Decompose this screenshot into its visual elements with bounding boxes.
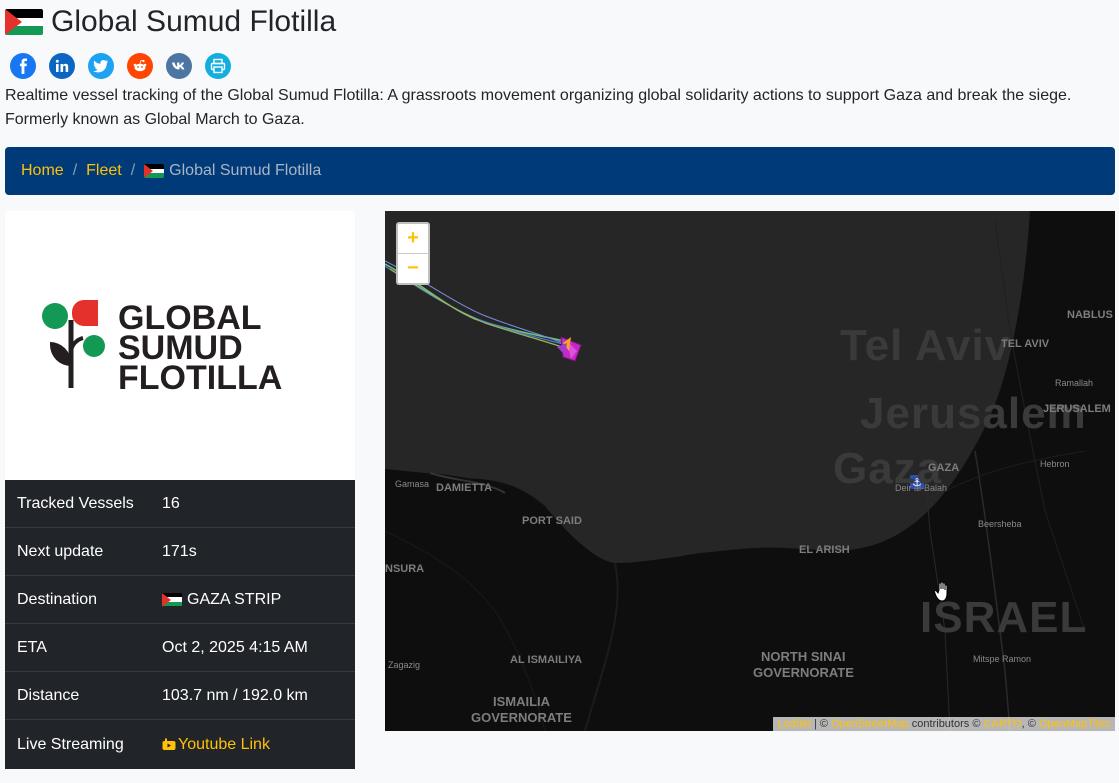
info-label: Next update — [17, 542, 104, 560]
info-value: 171s — [162, 542, 197, 560]
twitter-share-button[interactable] — [88, 53, 114, 79]
fleet-logo: GLOBAL SUMUD FLOTILLA — [5, 211, 355, 480]
map-label-gaza: GAZA — [928, 462, 960, 474]
info-row-next-update: Next update 171s — [5, 528, 355, 576]
map-label-port-said: PORT SAID — [522, 515, 582, 527]
info-value: Oct 2, 2025 4:15 AM — [162, 638, 308, 656]
map-label-governorate: GOVERNORATE — [753, 665, 854, 680]
leaflet-link[interactable]: Leaflet — [778, 718, 811, 730]
map-label-zagazig: Zagazig — [388, 660, 421, 670]
info-label: ETA — [17, 638, 47, 656]
map-label-mansura: NSURA — [385, 563, 425, 575]
info-row-destination: Destination GAZA STRIP — [5, 576, 355, 624]
global-sumud-flotilla-logo: GLOBAL SUMUD FLOTILLA — [42, 299, 282, 396]
print-icon — [210, 58, 226, 74]
breadcrumb-home[interactable]: Home — [21, 162, 64, 180]
page-description: Realtime vessel tracking of the Global S… — [5, 87, 1072, 128]
map-label-tel-aviv: TEL AVIV — [1001, 338, 1050, 350]
breadcrumb: Home / Fleet / Global Sumud Flotilla — [5, 147, 1115, 195]
info-value: Youtube Link — [162, 736, 355, 754]
share-buttons — [10, 53, 231, 79]
map-label-al-ismailiya: AL ISMAILIYA — [510, 654, 583, 666]
map-label-el-arish: EL ARISH — [799, 544, 850, 556]
vk-icon — [172, 62, 185, 70]
map-label-ismailia: ISMAILIA — [493, 694, 551, 709]
openmaptiles-link[interactable]: OpenMapTiles — [1039, 718, 1110, 730]
map-label-deir-al-balah: Deir al-Balah — [895, 483, 948, 493]
map-label-governorate: GOVERNORATE — [471, 710, 572, 725]
reddit-icon — [133, 59, 147, 72]
breadcrumb-current: Global Sumud Flotilla — [144, 162, 321, 180]
facebook-share-button[interactable] — [10, 53, 36, 79]
map-label-beersheba: Beersheba — [978, 519, 1022, 529]
info-value: GAZA STRIP — [162, 591, 355, 609]
breadcrumb-fleet[interactable]: Fleet — [86, 162, 122, 180]
map-tiles: ⚓ — [385, 211, 1115, 731]
info-value: 16 — [162, 494, 180, 512]
youtube-link-text: Youtube Link — [178, 735, 270, 753]
info-row-live-streaming: Live Streaming Youtube Link — [5, 720, 355, 769]
info-label: Live Streaming — [17, 735, 124, 753]
destination-text: GAZA STRIP — [187, 590, 282, 608]
map-label-nablus: NABLUS — [1067, 309, 1113, 321]
zoom-controls: + − — [396, 222, 430, 285]
map-label-jerusalem: JERUSALEM — [1043, 403, 1111, 415]
info-row-tracked-vessels: Tracked Vessels 16 — [5, 480, 355, 528]
palestine-flag-icon — [144, 164, 165, 178]
page-title-text: Global Sumud Flotilla — [51, 5, 337, 38]
youtube-link[interactable]: Youtube Link — [162, 736, 270, 754]
twitter-icon — [93, 60, 108, 73]
zoom-in-button[interactable]: + — [398, 224, 428, 254]
attribution-separator: | © — [810, 718, 832, 730]
vk-share-button[interactable] — [166, 53, 192, 79]
breadcrumb-current-label: Global Sumud Flotilla — [169, 162, 322, 179]
palestine-flag-icon — [5, 9, 43, 35]
attribution-separator: , © — [1021, 718, 1039, 730]
palestine-flag-icon — [162, 592, 182, 607]
info-label: Tracked Vessels — [17, 494, 134, 512]
map-label-hebron: Hebron — [1040, 459, 1070, 469]
print-button[interactable] — [205, 53, 231, 79]
reddit-share-button[interactable] — [127, 53, 153, 79]
map-label-damietta: DAMIETTA — [436, 482, 493, 494]
breadcrumb-separator: / — [72, 162, 78, 179]
map-attribution: Leaflet | © OpenStreetMap contributors ©… — [772, 717, 1115, 731]
linkedin-share-button[interactable] — [49, 53, 75, 79]
zoom-out-button[interactable]: − — [398, 254, 428, 283]
openstreetmap-link[interactable]: OpenStreetMap — [831, 718, 909, 730]
map-label-bg-tel-aviv: Tel Aviv — [840, 321, 1011, 370]
logo-line-3: FLOTILLA — [118, 359, 282, 396]
map-label-ramallah: Ramallah — [1055, 378, 1094, 388]
map-label-north-sinai: NORTH SINAI — [761, 649, 846, 664]
facebook-icon — [20, 58, 27, 74]
youtube-icon — [162, 738, 176, 750]
attribution-contributors: contributors © — [908, 718, 984, 730]
breadcrumb-separator: / — [130, 162, 136, 179]
linkedin-icon — [55, 59, 69, 72]
info-row-distance: Distance 103.7 nm / 192.0 km — [5, 672, 355, 720]
info-value: 103.7 nm / 192.0 km — [162, 686, 308, 704]
hand-cursor-icon — [933, 581, 948, 602]
page-title: Global Sumud Flotilla — [5, 4, 336, 40]
info-row-eta: ETA Oct 2, 2025 4:15 AM — [5, 624, 355, 672]
info-label: Destination — [17, 590, 98, 608]
map-label-mitspe-ramon: Mitspe Ramon — [973, 654, 1032, 664]
info-label: Distance — [17, 686, 80, 704]
fleet-info-table: Tracked Vessels 16 Next update 171s Dest… — [5, 480, 355, 769]
map-label-gamasa: Gamasa — [395, 479, 430, 489]
carto-link[interactable]: CARTO — [983, 718, 1021, 730]
vessel-map[interactable]: ⚓ Tel Aviv Jerusalem Gaza ISRAEL TEL AVI… — [385, 211, 1115, 731]
